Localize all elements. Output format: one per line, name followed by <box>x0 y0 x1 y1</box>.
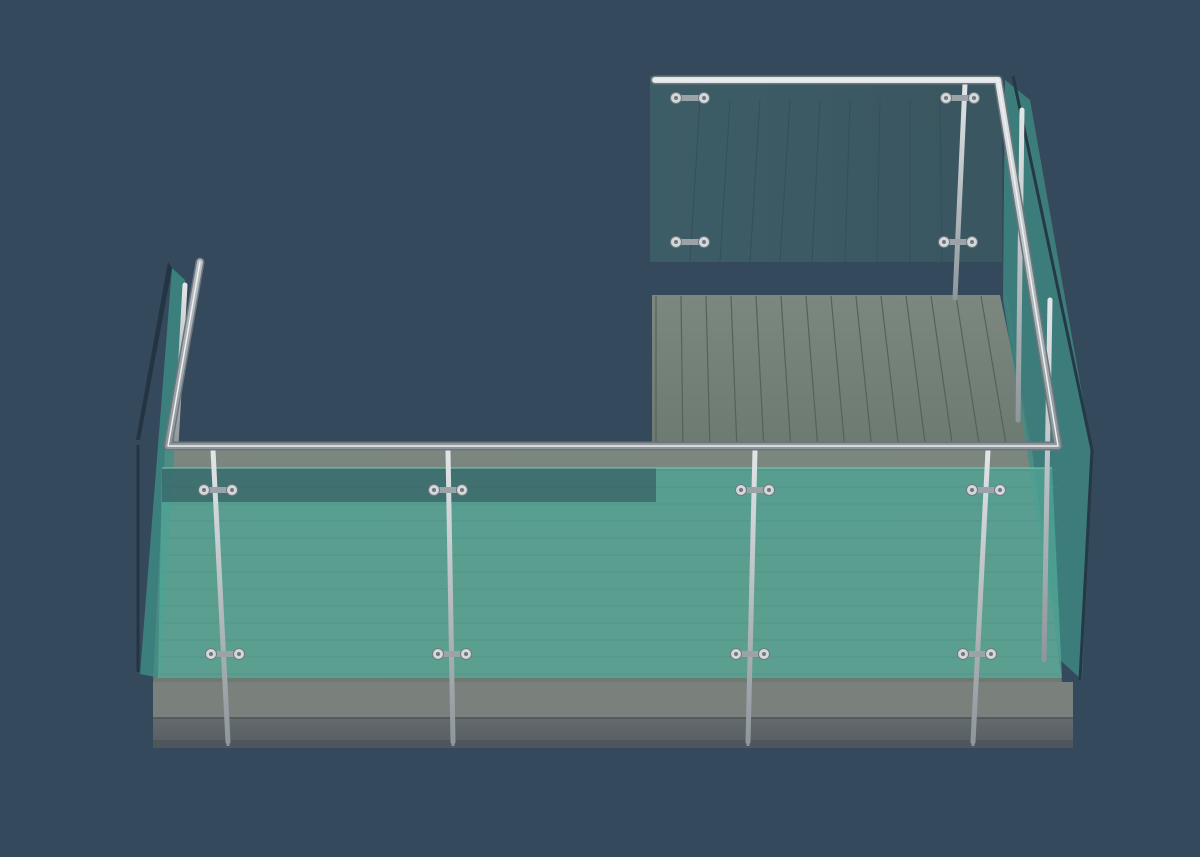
back-glass-panel <box>650 76 1002 263</box>
balcony-scene <box>0 0 1200 857</box>
deck-base-frame <box>153 682 1073 748</box>
deck-back-section <box>652 295 1032 451</box>
front-glass-panel <box>158 467 1062 678</box>
